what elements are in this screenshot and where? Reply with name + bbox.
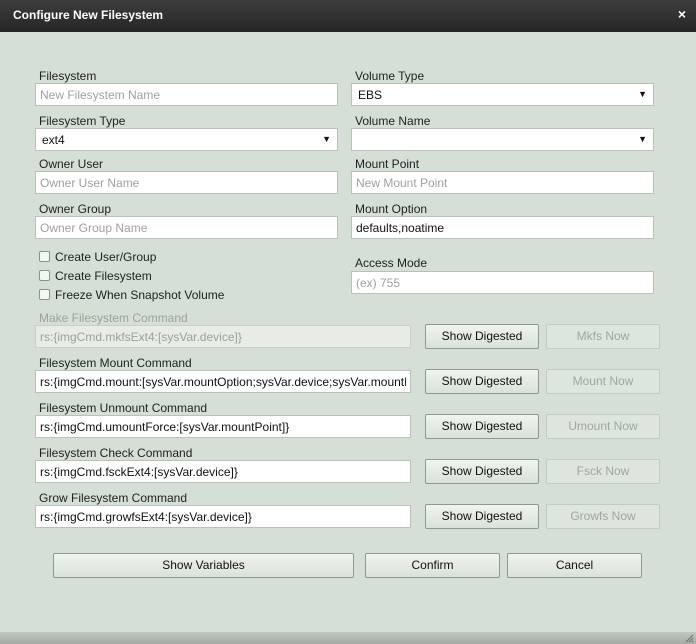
- dialog-titlebar: Configure New Filesystem ×: [0, 0, 696, 32]
- access-mode-input[interactable]: [351, 271, 654, 294]
- make-command-label: Make Filesystem Command: [39, 311, 188, 325]
- mount-show-digested-button[interactable]: Show Digested: [425, 369, 539, 394]
- unmount-command-input[interactable]: [35, 415, 411, 438]
- dialog-bottom-bar: [0, 632, 696, 644]
- filesystem-label: Filesystem: [39, 69, 97, 83]
- chevron-down-icon: ▼: [638, 89, 647, 99]
- mount-point-label: Mount Point: [355, 157, 420, 171]
- grow-show-digested-button[interactable]: Show Digested: [425, 504, 539, 529]
- mkfs-now-button[interactable]: Mkfs Now: [546, 324, 660, 349]
- create-user-group-checkbox[interactable]: [39, 251, 50, 262]
- freeze-snapshot-label: Freeze When Snapshot Volume: [55, 288, 225, 302]
- umount-now-button[interactable]: Umount Now: [546, 414, 660, 439]
- resize-grip-icon[interactable]: [684, 633, 694, 643]
- volume-type-value: EBS: [358, 88, 383, 102]
- dialog-title: Configure New Filesystem: [13, 8, 164, 22]
- owner-user-input[interactable]: [35, 171, 338, 194]
- volume-name-select[interactable]: ▼: [351, 128, 654, 151]
- filesystem-type-value: ext4: [42, 133, 65, 147]
- show-variables-button[interactable]: Show Variables: [53, 553, 354, 578]
- close-icon[interactable]: ×: [678, 6, 686, 22]
- volume-type-select[interactable]: EBS ▼: [351, 83, 654, 106]
- filesystem-type-label: Filesystem Type: [39, 114, 126, 128]
- owner-group-label: Owner Group: [39, 202, 112, 216]
- unmount-show-digested-button[interactable]: Show Digested: [425, 414, 539, 439]
- check-show-digested-button[interactable]: Show Digested: [425, 459, 539, 484]
- filesystem-input[interactable]: [35, 83, 338, 106]
- mount-command-label: Filesystem Mount Command: [39, 356, 192, 370]
- create-filesystem-label: Create Filesystem: [55, 269, 152, 283]
- cancel-button[interactable]: Cancel: [507, 553, 642, 578]
- filesystem-type-select[interactable]: ext4 ▼: [35, 128, 338, 151]
- check-command-input[interactable]: [35, 460, 411, 483]
- volume-type-label: Volume Type: [355, 69, 425, 83]
- grow-command-input[interactable]: [35, 505, 411, 528]
- make-command-input: [35, 325, 411, 348]
- freeze-snapshot-checkbox[interactable]: [39, 289, 50, 300]
- mount-point-input[interactable]: [351, 171, 654, 194]
- mount-option-input[interactable]: [351, 216, 654, 239]
- make-show-digested-button[interactable]: Show Digested: [425, 324, 539, 349]
- unmount-command-label: Filesystem Unmount Command: [39, 401, 208, 415]
- grow-command-label: Grow Filesystem Command: [39, 491, 188, 505]
- create-user-group-label: Create User/Group: [55, 250, 157, 264]
- confirm-button[interactable]: Confirm: [365, 553, 500, 578]
- chevron-down-icon: ▼: [638, 134, 647, 144]
- owner-user-label: Owner User: [39, 157, 104, 171]
- volume-name-label: Volume Name: [355, 114, 431, 128]
- owner-group-input[interactable]: [35, 216, 338, 239]
- chevron-down-icon: ▼: [322, 134, 331, 144]
- mount-option-label: Mount Option: [355, 202, 428, 216]
- mount-command-input[interactable]: [35, 370, 411, 393]
- fsck-now-button[interactable]: Fsck Now: [546, 459, 660, 484]
- create-filesystem-checkbox[interactable]: [39, 270, 50, 281]
- growfs-now-button[interactable]: Growfs Now: [546, 504, 660, 529]
- mount-now-button[interactable]: Mount Now: [546, 369, 660, 394]
- check-command-label: Filesystem Check Command: [39, 446, 193, 460]
- access-mode-label: Access Mode: [355, 256, 428, 270]
